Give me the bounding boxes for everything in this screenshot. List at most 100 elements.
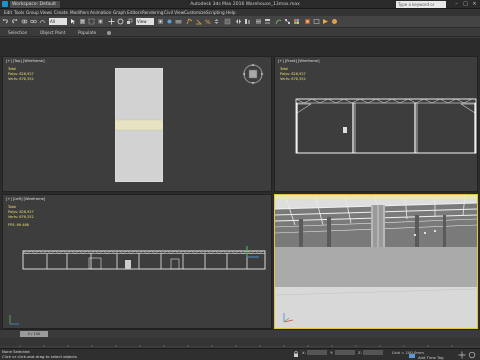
reference-coordinate-select[interactable]: View	[136, 18, 154, 25]
warehouse-perspective-render	[275, 195, 477, 328]
track-bar[interactable]	[0, 338, 480, 348]
minimize-icon[interactable]: –	[452, 1, 461, 8]
x-coord-label: X:	[302, 350, 306, 355]
maximize-icon[interactable]: □	[461, 1, 470, 8]
scale-icon[interactable]	[126, 18, 133, 25]
redo-icon[interactable]	[11, 18, 18, 25]
percent-snap-icon[interactable]: %	[204, 18, 211, 25]
menu-modifiers[interactable]: Modifiers	[70, 9, 89, 16]
stats-verts-value: 676,352	[19, 215, 34, 219]
curve-editor-icon[interactable]	[275, 18, 282, 25]
render-iterative-icon[interactable]	[331, 18, 338, 25]
menu-create[interactable]: Create	[54, 9, 68, 16]
unlink-icon[interactable]	[30, 18, 37, 25]
menu-views[interactable]: Views	[40, 9, 52, 16]
menu-bar: Edit Tools Group Views Create Modifiers …	[0, 9, 480, 16]
bind-space-warp-icon[interactable]	[39, 18, 46, 25]
render-setup-icon[interactable]	[304, 18, 311, 25]
ribbon-bar: Selection Object Paint Populate	[0, 29, 480, 37]
stats-fps-label: FPS:	[8, 223, 16, 227]
schematic-view-icon[interactable]	[284, 18, 291, 25]
rotate-icon[interactable]	[117, 18, 124, 25]
ribbon-tab-object-paint[interactable]: Object Paint	[40, 29, 65, 37]
stats-fps-value: 69.466	[16, 223, 29, 227]
x-coord-field[interactable]	[307, 350, 327, 355]
angle-snap-icon[interactable]	[195, 18, 202, 25]
stats-polys-label: Polys:	[8, 210, 19, 214]
app-logo-icon[interactable]	[2, 1, 8, 7]
orbit-icon[interactable]	[468, 351, 476, 359]
title-bar: Workspace: Default Autodesk 3ds Max 2016…	[0, 0, 480, 14]
y-coord-label: Y:	[330, 350, 334, 355]
stats-verts-label: Verts:	[8, 77, 19, 81]
ribbon-tab-populate[interactable]: Populate	[78, 29, 96, 37]
viewport-statistics: Total Polys: 826,927 Verts: 676,352	[280, 67, 306, 82]
select-object-icon[interactable]	[70, 18, 77, 25]
mirror-icon[interactable]	[235, 18, 242, 25]
rect-selection-icon[interactable]	[88, 18, 95, 25]
time-slider-bar[interactable]: 0 / 100	[0, 329, 480, 338]
stats-polys-value: 826,927	[291, 72, 306, 76]
align-icon[interactable]	[244, 18, 251, 25]
main-toolbar: All View %	[0, 16, 480, 28]
lock-selection-icon[interactable]	[292, 350, 300, 358]
undo-icon[interactable]	[2, 18, 9, 25]
menu-civil-view[interactable]: Civil View	[164, 9, 184, 16]
window-title: Autodesk 3ds Max 2016 Warehouse_13max.ma…	[190, 2, 300, 7]
selection-filter-select[interactable]: All	[49, 18, 67, 25]
viewcube-icon[interactable]	[241, 62, 265, 86]
viewport-left[interactable]: [+] [Left] [Wireframe] Total Polys: 826,…	[2, 194, 272, 329]
select-manipulate-icon[interactable]	[166, 18, 173, 25]
link-icon[interactable]	[21, 18, 28, 25]
viewport-perspective[interactable]	[274, 194, 478, 329]
render-production-icon[interactable]	[322, 18, 329, 25]
ribbon-tab-selection[interactable]: Selection	[8, 29, 27, 37]
stats-verts-label: Verts:	[8, 215, 19, 219]
viewport-top[interactable]: [+] [Top] [Wireframe] Total Polys: 826,9…	[2, 56, 272, 192]
warehouse-top-view	[115, 68, 163, 182]
viewport-front-label[interactable]: [+] [Front] [Wireframe]	[278, 59, 320, 63]
menu-help[interactable]: Help	[226, 9, 236, 16]
z-coord-field[interactable]	[363, 350, 383, 355]
material-editor-icon[interactable]	[293, 18, 300, 25]
keyboard-shortcut-icon[interactable]	[175, 18, 182, 25]
layer-explorer-icon[interactable]	[255, 18, 262, 25]
stats-verts-value: 676,352	[291, 77, 306, 81]
y-coord-field[interactable]	[335, 350, 355, 355]
menu-animation[interactable]: Animation	[90, 9, 111, 16]
pivot-icon[interactable]	[157, 18, 164, 25]
menu-edit[interactable]: Edit	[4, 9, 12, 16]
stats-verts-value: 676,352	[19, 77, 34, 81]
viewport-front[interactable]: [+] [Front] [Wireframe] Total Polys: 826…	[274, 56, 478, 192]
menu-rendering[interactable]: Rendering	[142, 9, 163, 16]
menu-customize[interactable]: Customize	[184, 9, 206, 16]
stats-polys-label: Polys:	[8, 72, 19, 76]
rendered-frame-window-icon[interactable]	[313, 18, 320, 25]
spinner-snap-icon[interactable]	[213, 18, 220, 25]
viewport-left-label[interactable]: [+] [Left] [Wireframe]	[6, 197, 45, 201]
window-crossing-icon[interactable]	[97, 18, 104, 25]
snap-toggle-icon[interactable]	[186, 18, 193, 25]
warehouse-front-view	[295, 98, 477, 154]
named-selection-icon[interactable]	[224, 18, 231, 25]
menu-graph-editors[interactable]: Graph Editors	[113, 9, 142, 16]
viewport-statistics: Total Polys: 826,927 Verts: 676,352 FPS:…	[8, 205, 34, 228]
pan-view-icon[interactable]	[458, 351, 466, 359]
ribbon-options-icon[interactable]	[106, 30, 112, 36]
time-tag-icon[interactable]	[408, 352, 416, 360]
prompt-line: Click or click-and-drag to select object…	[2, 354, 77, 359]
search-input[interactable]: Type a keyword or phrase	[396, 1, 446, 14]
ribbon-toggle-icon[interactable]	[264, 18, 271, 25]
viewport-top-label[interactable]: [+] [Top] [Wireframe]	[6, 59, 45, 63]
menu-group[interactable]: Group	[26, 9, 39, 16]
add-time-tag[interactable]: Add Time Tag	[418, 355, 443, 360]
menu-tools[interactable]: Tools	[14, 9, 24, 16]
time-slider[interactable]: 0 / 100	[20, 331, 48, 337]
close-icon[interactable]: ×	[470, 1, 479, 8]
workspace-dropdown[interactable]: Workspace: Default	[10, 1, 60, 8]
axis-tripod-icon	[246, 246, 259, 258]
svg-text:%: %	[205, 19, 211, 25]
move-icon[interactable]	[108, 18, 115, 25]
menu-scripting[interactable]: Scripting	[206, 9, 225, 16]
select-by-name-icon[interactable]	[79, 18, 86, 25]
